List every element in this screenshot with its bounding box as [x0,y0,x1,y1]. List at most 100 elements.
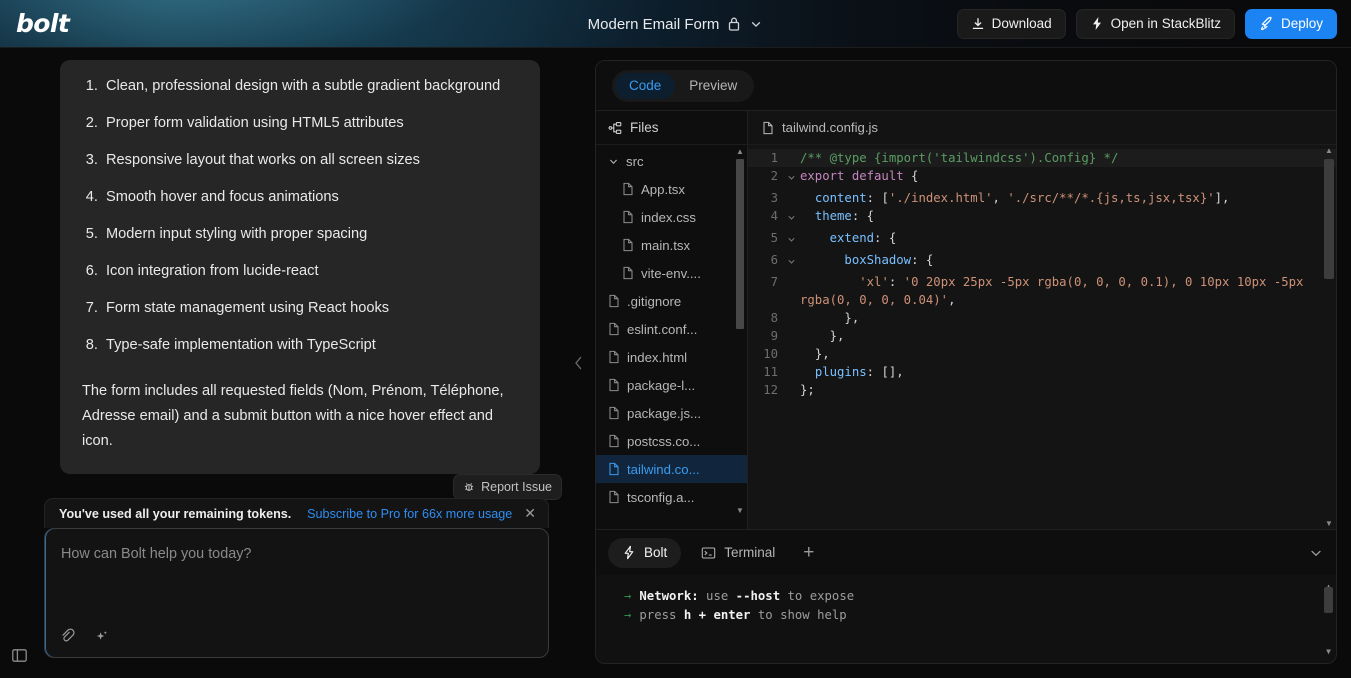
code-line: 11 plugins: [], [748,363,1336,381]
code-line: 1 /** @type {import('tailwindcss').Config… [748,149,1336,167]
file-icon [622,266,634,280]
collapse-chat-panel-button[interactable] [563,48,593,678]
download-button[interactable]: Download [956,8,1066,39]
token-notice: You've used all your remaining tokens. S… [44,498,549,528]
deploy-button[interactable]: Deploy [1244,8,1337,39]
terminal-scroll-thumb[interactable] [1324,587,1333,613]
code-line: 8 }, [748,309,1336,327]
composer-area: You've used all your remaining tokens. S… [44,498,549,658]
lock-icon[interactable] [727,16,741,32]
open-file-name: tailwind.config.js [782,120,879,135]
add-terminal-button[interactable]: + [795,543,822,562]
file-tree-label: package-l... [627,377,696,393]
terminal-output[interactable]: → Network: use --host to expose → press h +… [596,575,1336,663]
fold-toggle-icon[interactable] [782,229,800,251]
view-segmented-control: Code Preview [612,69,755,102]
file-tree-file[interactable]: main.tsx [596,231,747,259]
files-scroll-thumb[interactable] [736,159,744,329]
tab-terminal-label: Terminal [724,545,776,560]
code-text: 'xl': '0 20px 25px -5px rgba(0, 0, 0, 0.… [800,275,1311,307]
subscribe-pro-link[interactable]: Subscribe to Pro for 66x more usage [307,507,512,521]
line-number: 5 [770,231,778,245]
sidebar-toggle-icon[interactable] [6,642,32,668]
file-icon [608,462,620,476]
fold-toggle-icon [782,363,800,367]
open-file-tab[interactable]: tailwind.config.js [748,111,1336,145]
editor-scrollbar[interactable]: ▲ ▼ [1324,146,1334,528]
code-text: export default { [800,169,919,183]
file-tree-label: tsconfig.a... [627,489,695,505]
file-tree-folder[interactable]: src [596,147,747,175]
close-icon[interactable]: ✕ [522,504,538,524]
code-line: 2 export default { [748,167,1336,189]
terminal-line: → Network: use --host to expose [624,587,1336,606]
editor-pane: tailwind.config.js 1 /** @type {import('t… [748,111,1336,529]
file-icon [622,182,634,196]
collapse-bottom-panel-button[interactable] [1308,545,1324,561]
chat-input-box[interactable]: How can Bolt help you today? [44,528,549,658]
report-issue-button[interactable]: Report Issue [453,474,562,500]
file-tree-file[interactable]: postcss.co... [596,427,747,455]
file-icon [608,406,620,420]
editor-scroll-thumb[interactable] [1324,159,1334,279]
fold-toggle-icon[interactable] [782,207,800,229]
paperclip-icon[interactable] [59,628,76,645]
fold-toggle-icon [782,327,800,331]
files-header-label: Files [630,120,659,135]
tab-terminal[interactable]: Terminal [687,538,789,568]
lightning-icon [622,545,636,560]
code-editor[interactable]: 1 /** @type {import('tailwindcss').Config… [748,145,1336,529]
file-tree-file[interactable]: vite-env.... [596,259,747,287]
files-scroll-down-arrow[interactable]: ▼ [736,506,744,515]
file-icon [608,490,620,504]
file-tree-file[interactable]: App.tsx [596,175,747,203]
code-line: 10 }, [748,345,1336,363]
code-text: }, [800,311,860,325]
file-tree-label: .gitignore [627,293,682,309]
terminal-icon [701,546,716,560]
fold-toggle-icon [782,273,800,277]
tab-preview[interactable]: Preview [675,73,751,99]
file-tree-label: src [626,153,644,169]
code-line: 6 boxShadow: { [748,251,1336,273]
file-tree-file[interactable]: package-l... [596,371,747,399]
open-in-stackblitz-button[interactable]: Open in StackBlitz [1075,8,1235,39]
fold-toggle-icon [782,381,800,385]
fold-toggle-icon[interactable] [782,251,800,273]
file-tree-label: package.js... [627,405,702,421]
files-scroll-up-arrow[interactable]: ▲ [736,147,744,156]
download-button-label: Download [991,16,1052,31]
editor-scroll-down-arrow[interactable]: ▼ [1324,519,1334,528]
code-line: 7 'xl': '0 20px 25px -5px rgba(0, 0, 0, … [748,273,1336,309]
terminal-lines: → Network: use --host to expose → press h +… [624,587,1336,625]
file-tree-file[interactable]: index.html [596,343,747,371]
file-tree-file[interactable]: eslint.conf... [596,315,747,343]
tab-code[interactable]: Code [615,72,676,99]
terminal-text: press h + enter to show help [639,608,847,622]
file-tree-file[interactable]: tsconfig.a... [596,483,747,511]
fold-toggle-icon[interactable] [782,167,800,189]
code-line: 9 }, [748,327,1336,345]
code-text: plugins: [], [814,365,904,379]
files-scrollbar[interactable]: ▲ ▼ [736,147,744,515]
app-header: bolt Modern Email Form Download Open in … [0,0,1351,48]
code-line: 5 extend: { [748,229,1336,251]
editor-scroll-up-arrow[interactable]: ▲ [1324,146,1334,155]
file-tree-file[interactable]: index.css [596,203,747,231]
app-body: Clean, professional design with a subtle… [0,48,1351,678]
terminal-scrollbar[interactable]: ▲ ▼ [1324,579,1333,659]
token-notice-text: You've used all your remaining tokens. [59,506,292,521]
code-text: extend: { [829,231,897,245]
file-tree-file[interactable]: tailwind.co... [596,455,747,483]
file-tree-file[interactable]: .gitignore [596,287,747,315]
bolt-logo[interactable]: bolt [0,9,70,38]
code-content: 1 /** @type {import('tailwindcss').Config… [748,145,1336,399]
fold-toggle-icon [782,189,800,193]
file-tree-file[interactable]: package.js... [596,399,747,427]
tab-bolt[interactable]: Bolt [608,537,682,568]
files-header: Files [596,111,747,145]
terminal-line: → press h + enter to show help [624,606,1336,625]
chevron-down-icon[interactable] [749,17,763,31]
terminal-scroll-down-arrow[interactable]: ▼ [1324,642,1333,661]
sparkle-icon[interactable] [93,629,109,645]
